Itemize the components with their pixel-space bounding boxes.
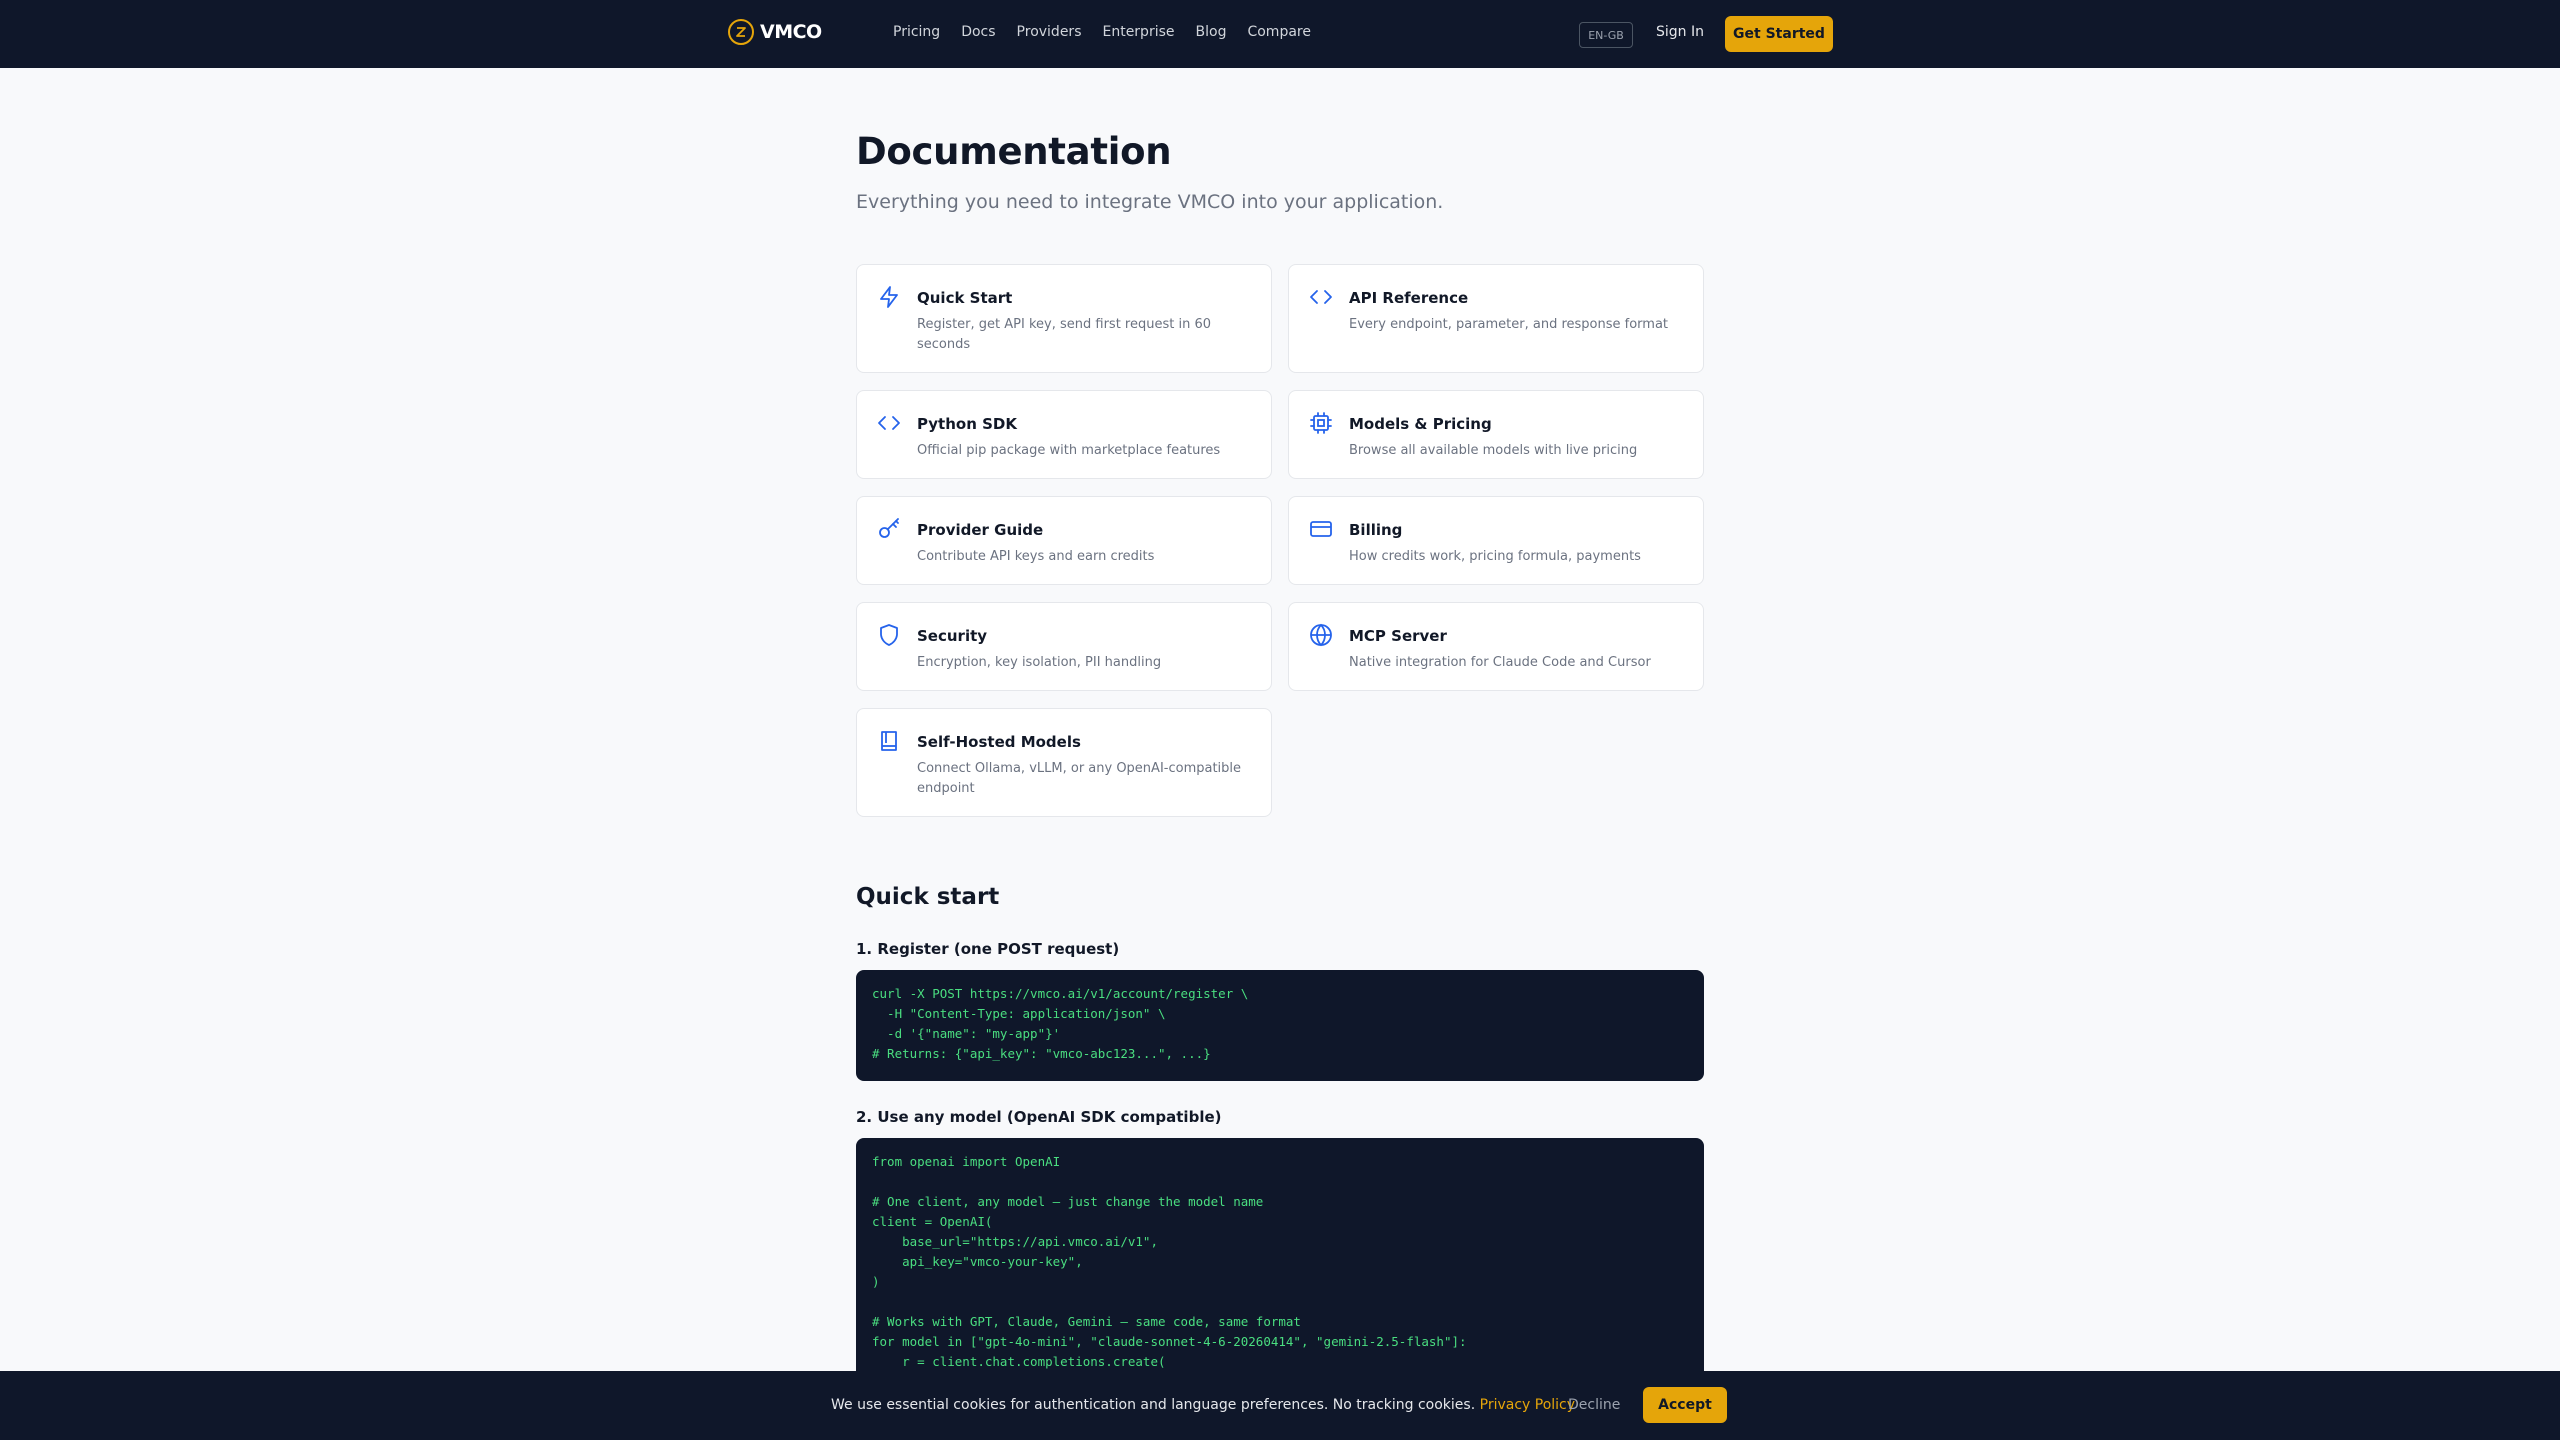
credit-card-icon	[1309, 517, 1333, 541]
card-title: Models & Pricing	[1349, 415, 1492, 433]
card-description: Every endpoint, parameter, and response …	[1349, 317, 1669, 332]
card-title: Quick Start	[917, 289, 1013, 307]
key-icon	[877, 517, 901, 541]
card-title: MCP Server	[1349, 627, 1447, 645]
code-icon	[1309, 285, 1333, 309]
card-title: Self-Hosted Models	[917, 733, 1081, 751]
card-models-pricing[interactable]: Models & Pricing Browse all available mo…	[1288, 390, 1704, 479]
nav-providers[interactable]: Providers	[1017, 24, 1082, 40]
step-1-title: 1. Register (one POST request)	[856, 940, 1120, 958]
card-description: Native integration for Claude Code and C…	[1349, 655, 1651, 670]
card-description: Contribute API keys and earn credits	[917, 549, 1155, 564]
shield-icon	[877, 623, 901, 647]
card-python-sdk[interactable]: Python SDK Official pip package with mar…	[856, 390, 1272, 479]
card-title: Python SDK	[917, 415, 1017, 433]
card-description: Connect Ollama, vLLM, or any OpenAI-comp…	[917, 761, 1242, 796]
get-started-button[interactable]: Get Started	[1725, 16, 1833, 52]
card-provider-guide[interactable]: Provider Guide Contribute API keys and e…	[856, 496, 1272, 585]
code-block-openai-sdk[interactable]: from openai import OpenAI # One client, …	[856, 1138, 1704, 1398]
card-description: Official pip package with marketplace fe…	[917, 443, 1221, 458]
card-description: Register, get API key, send first reques…	[917, 317, 1211, 352]
code-text: from openai import OpenAI # One client, …	[872, 1154, 1467, 1369]
card-title: Provider Guide	[917, 521, 1044, 539]
nav-docs[interactable]: Docs	[961, 24, 995, 40]
code-icon	[877, 411, 901, 435]
code-block-register[interactable]: curl -X POST https://vmco.ai/v1/account/…	[856, 970, 1704, 1081]
card-security[interactable]: Security Encryption, key isolation, PII …	[856, 602, 1272, 691]
card-description: Browse all available models with live pr…	[1349, 443, 1638, 458]
cookie-text: We use essential cookies for authenticat…	[831, 1397, 1476, 1413]
card-quick-start[interactable]: Quick Start Register, get API key, send …	[856, 264, 1272, 373]
step-2-title: 2. Use any model (OpenAI SDK compatible)	[856, 1108, 1222, 1126]
card-billing[interactable]: Billing How credits work, pricing formul…	[1288, 496, 1704, 585]
globe-icon	[1309, 623, 1333, 647]
card-self-hosted-models[interactable]: Self-Hosted Models Connect Ollama, vLLM,…	[856, 708, 1272, 817]
language-selector[interactable]: EN-GB	[1579, 22, 1633, 48]
logo-icon	[728, 19, 754, 45]
card-mcp-server[interactable]: MCP Server Native integration for Claude…	[1288, 602, 1704, 691]
accept-button[interactable]: Accept	[1643, 1387, 1727, 1423]
nav-blog[interactable]: Blog	[1196, 24, 1227, 40]
nav-pricing[interactable]: Pricing	[893, 24, 940, 40]
page-title: Documentation	[856, 130, 1172, 173]
logo[interactable]: VMCO	[728, 19, 822, 45]
nav-enterprise[interactable]: Enterprise	[1102, 24, 1174, 40]
card-title: API Reference	[1349, 289, 1469, 307]
privacy-policy-link[interactable]: Privacy Policy	[1480, 1397, 1575, 1413]
quick-start-heading: Quick start	[856, 884, 1000, 910]
page-subtitle: Everything you need to integrate VMCO in…	[856, 191, 1444, 213]
lightning-icon	[877, 285, 901, 309]
logo-text: VMCO	[760, 21, 822, 43]
card-title: Billing	[1349, 521, 1403, 539]
cookie-message: We use essential cookies for authenticat…	[831, 1397, 1575, 1413]
main-nav: Pricing Docs Providers Enterprise Blog C…	[893, 24, 1311, 40]
book-icon	[877, 729, 901, 753]
top-nav-bar: VMCO Pricing Docs Providers Enterprise B…	[0, 0, 2560, 68]
card-api-reference[interactable]: API Reference Every endpoint, parameter,…	[1288, 264, 1704, 373]
card-description: Encryption, key isolation, PII handling	[917, 655, 1162, 670]
card-description: How credits work, pricing formula, payme…	[1349, 549, 1641, 564]
code-text: curl -X POST https://vmco.ai/v1/account/…	[872, 986, 1249, 1061]
cpu-icon	[1309, 411, 1333, 435]
cookie-banner: We use essential cookies for authenticat…	[0, 1371, 2560, 1440]
nav-compare[interactable]: Compare	[1247, 24, 1311, 40]
card-title: Security	[917, 627, 988, 645]
sign-in-link[interactable]: Sign In	[1656, 24, 1704, 40]
decline-button[interactable]: Decline	[1568, 1397, 1620, 1413]
